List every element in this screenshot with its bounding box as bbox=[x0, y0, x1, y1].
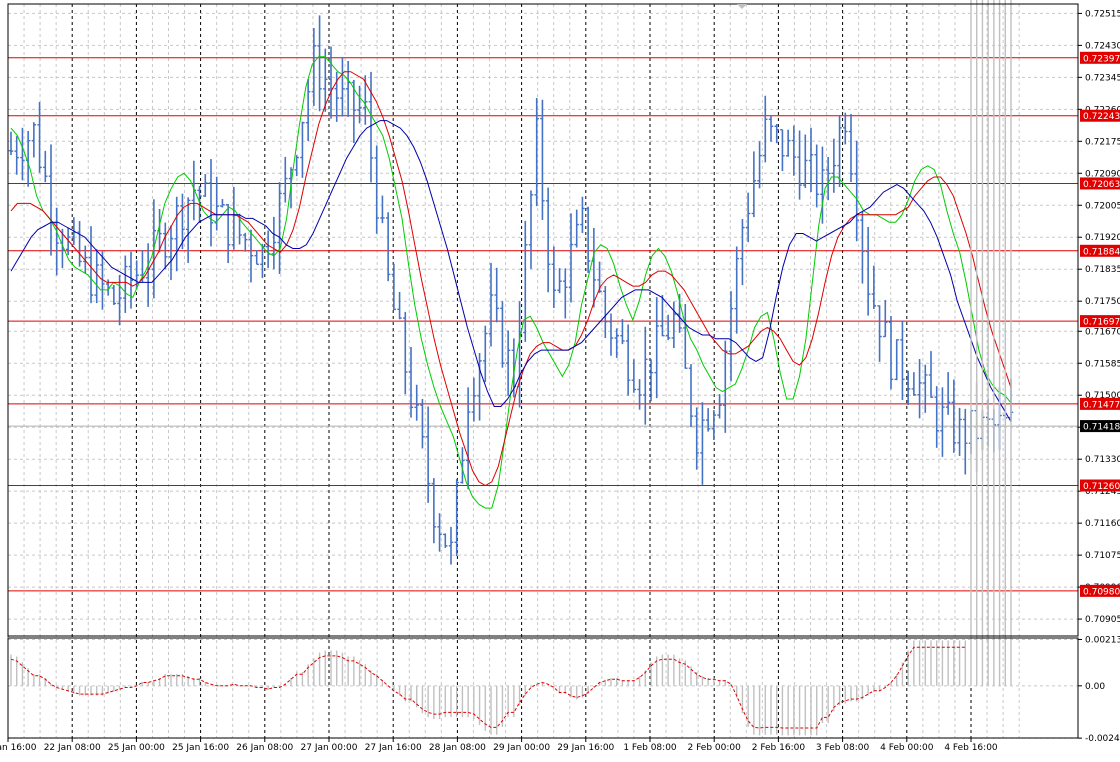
y-tick-label: 0.72515 bbox=[1085, 9, 1120, 19]
chart-canvas: 0.725150.724300.723450.722600.721750.720… bbox=[0, 0, 1120, 758]
x-tick-label: 27 Jan 16:00 bbox=[365, 743, 422, 753]
current-price-label: 0.71418 bbox=[1083, 423, 1120, 433]
x-tick-label: 21 Jan 16:00 bbox=[0, 743, 37, 753]
x-tick-label: 3 Feb 08:00 bbox=[816, 743, 870, 753]
y-tick-label: 0.72345 bbox=[1085, 73, 1120, 83]
price-level-label: 0.71884 bbox=[1083, 247, 1120, 257]
y-tick-label: 0.71330 bbox=[1085, 455, 1120, 465]
price-level-label: 0.71477 bbox=[1083, 400, 1120, 410]
y-tick-label: 0.71835 bbox=[1085, 265, 1120, 275]
x-tick-label: 25 Jan 16:00 bbox=[172, 743, 229, 753]
x-tick-label: 26 Jan 08:00 bbox=[236, 743, 293, 753]
x-tick-label: 4 Feb 16:00 bbox=[944, 743, 998, 753]
x-tick-label: 25 Jan 00:00 bbox=[108, 743, 165, 753]
osc-y-tick-label: -0.002406 bbox=[1085, 734, 1120, 744]
y-tick-label: 0.71160 bbox=[1085, 519, 1120, 529]
price-level-label: 0.72243 bbox=[1083, 112, 1120, 122]
x-tick-label: 1 Feb 08:00 bbox=[623, 743, 677, 753]
chart-root: 0.725150.724300.723450.722600.721750.720… bbox=[0, 0, 1120, 758]
y-tick-label: 0.71920 bbox=[1085, 233, 1120, 243]
x-tick-label: 2 Feb 16:00 bbox=[752, 743, 806, 753]
price-level-label: 0.71260 bbox=[1083, 482, 1120, 492]
x-tick-label: 4 Feb 00:00 bbox=[880, 743, 934, 753]
y-tick-label: 0.71075 bbox=[1085, 551, 1120, 561]
price-level-label: 0.71697 bbox=[1083, 318, 1120, 328]
y-tick-label: 0.72005 bbox=[1085, 201, 1120, 211]
y-tick-label: 0.71750 bbox=[1085, 297, 1120, 307]
x-tick-label: 29 Jan 00:00 bbox=[493, 743, 550, 753]
x-tick-label: 29 Jan 16:00 bbox=[557, 743, 614, 753]
y-tick-label: 0.70905 bbox=[1085, 615, 1120, 625]
osc-y-tick-label: 0.00 bbox=[1085, 682, 1105, 692]
osc-y-tick-label: 0.002133 bbox=[1085, 635, 1120, 645]
price-level-label: 0.72063 bbox=[1083, 180, 1120, 190]
price-level-label: 0.72397 bbox=[1083, 54, 1120, 64]
x-tick-label: 27 Jan 00:00 bbox=[301, 743, 358, 753]
x-tick-label: 28 Jan 08:00 bbox=[429, 743, 486, 753]
y-tick-label: 0.71585 bbox=[1085, 359, 1120, 369]
y-tick-label: 0.71670 bbox=[1085, 327, 1120, 337]
y-tick-label: 0.72430 bbox=[1085, 41, 1120, 51]
x-tick-label: 2 Feb 00:00 bbox=[688, 743, 742, 753]
y-tick-label: 0.72175 bbox=[1085, 137, 1120, 147]
x-tick-label: 22 Jan 08:00 bbox=[44, 743, 101, 753]
price-level-label: 0.70980 bbox=[1083, 587, 1120, 597]
